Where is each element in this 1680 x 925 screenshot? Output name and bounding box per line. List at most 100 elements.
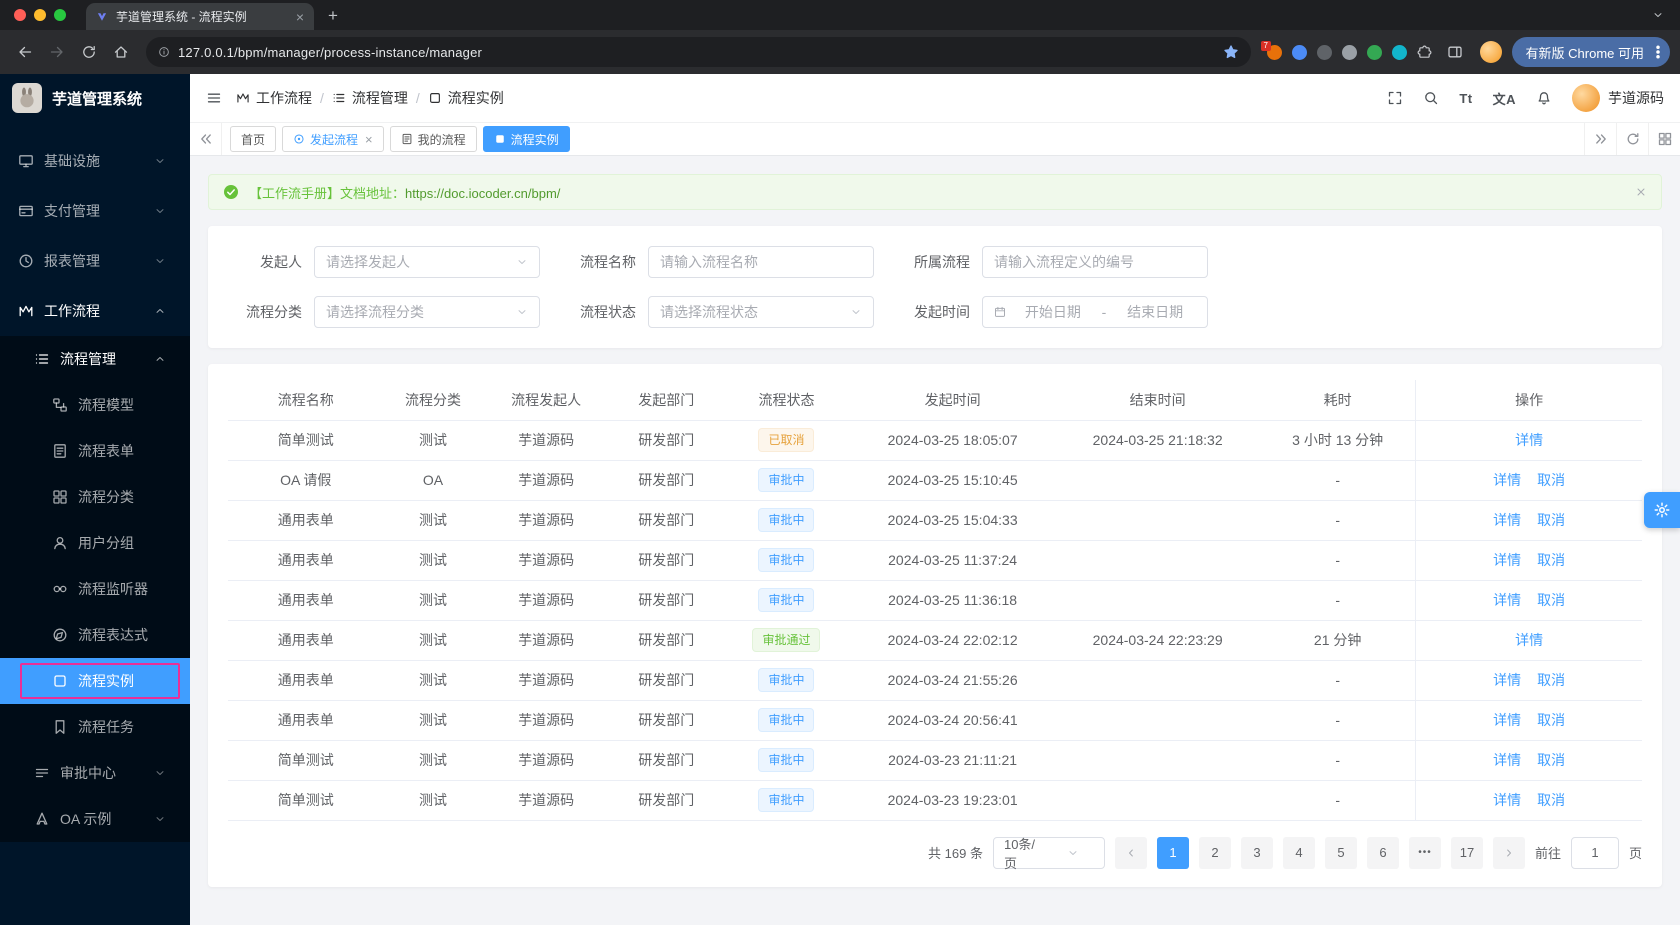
cancel-link[interactable]: 取消 bbox=[1537, 592, 1565, 608]
page-button-1[interactable]: 1 bbox=[1156, 836, 1189, 869]
cancel-link[interactable]: 取消 bbox=[1537, 512, 1565, 528]
sidebar-item-workflow[interactable]: 工作流程 bbox=[0, 286, 190, 336]
notice-link[interactable]: https://doc.iocoder.cn/bpm/ bbox=[405, 186, 560, 201]
sidebar-item-payment[interactable]: 支付管理 bbox=[0, 186, 190, 236]
cell-duration: - bbox=[1260, 740, 1416, 781]
app-logo[interactable]: 芋道管理系统 bbox=[0, 74, 190, 122]
scroll-tags-left-icon[interactable] bbox=[190, 123, 222, 155]
extension-leaf-icon[interactable] bbox=[1366, 44, 1382, 60]
sidebar-item-approval-center[interactable]: 审批中心 bbox=[0, 750, 190, 796]
close-tab-icon[interactable]: × bbox=[296, 9, 304, 25]
collapse-menu-icon[interactable] bbox=[206, 90, 222, 106]
detail-link[interactable]: 详情 bbox=[1493, 472, 1521, 488]
extension-grid-icon[interactable]: 7 bbox=[1260, 40, 1282, 60]
user-menu[interactable]: 芋道源码 bbox=[1572, 84, 1664, 112]
extension-circle-icon[interactable] bbox=[1341, 44, 1357, 60]
browser-tab[interactable]: 芋道管理系统 - 流程实例 × bbox=[86, 3, 314, 30]
tag-process-instance[interactable]: 流程实例 bbox=[482, 126, 570, 152]
address-bar[interactable]: 127.0.0.1/bpm/manager/process-instance/m… bbox=[146, 37, 1251, 67]
sidebar-item-process-listener[interactable]: 流程监听器 bbox=[0, 566, 190, 612]
cancel-link[interactable]: 取消 bbox=[1537, 672, 1565, 688]
detail-link[interactable]: 详情 bbox=[1515, 632, 1543, 648]
category-select[interactable]: 请选择流程分类 bbox=[314, 296, 540, 328]
site-info-icon[interactable] bbox=[158, 46, 170, 58]
next-page-button[interactable] bbox=[1492, 836, 1525, 869]
sidebar-item-process-task[interactable]: 流程任务 bbox=[0, 704, 190, 750]
theme-settings-button[interactable] bbox=[1644, 492, 1680, 528]
detail-link[interactable]: 详情 bbox=[1493, 592, 1521, 608]
more-pages-button[interactable]: ••• bbox=[1408, 836, 1441, 869]
detail-link[interactable]: 详情 bbox=[1493, 752, 1521, 768]
page-button-3[interactable]: 3 bbox=[1240, 836, 1273, 869]
cancel-link[interactable]: 取消 bbox=[1537, 552, 1565, 568]
detail-link[interactable]: 详情 bbox=[1493, 512, 1521, 528]
detail-link[interactable]: 详情 bbox=[1493, 792, 1521, 808]
sidebar-item-process-manage[interactable]: 流程管理 bbox=[0, 336, 190, 382]
page-button-2[interactable]: 2 bbox=[1198, 836, 1231, 869]
sidebar-item-process-category[interactable]: 流程分类 bbox=[0, 474, 190, 520]
browser-menu-icon[interactable] bbox=[1650, 44, 1666, 60]
starter-select[interactable]: 请选择发起人 bbox=[314, 246, 540, 278]
sidebar-item-report[interactable]: 报表管理 bbox=[0, 236, 190, 286]
breadcrumb-item-process-manage[interactable]: 流程管理 bbox=[332, 88, 408, 108]
page-button-17[interactable]: 17 bbox=[1450, 836, 1483, 869]
extension-shield-icon[interactable] bbox=[1391, 44, 1407, 60]
cancel-link[interactable]: 取消 bbox=[1537, 752, 1565, 768]
sidebar-item-process-form[interactable]: 流程表单 bbox=[0, 428, 190, 474]
cancel-link[interactable]: 取消 bbox=[1537, 472, 1565, 488]
side-panel-icon[interactable] bbox=[1440, 37, 1470, 67]
status-select[interactable]: 请选择流程状态 bbox=[648, 296, 874, 328]
tag-my-process[interactable]: 我的流程 bbox=[389, 126, 477, 152]
close-window-button[interactable] bbox=[14, 9, 26, 21]
new-tab-button[interactable]: + bbox=[328, 6, 338, 26]
page-button-6[interactable]: 6 bbox=[1366, 836, 1399, 869]
tab-search-icon[interactable] bbox=[1648, 5, 1668, 25]
detail-link[interactable]: 详情 bbox=[1493, 712, 1521, 728]
back-button[interactable] bbox=[10, 37, 40, 67]
minimize-window-button[interactable] bbox=[34, 9, 46, 21]
sidebar-item-process-instance[interactable]: 流程实例 bbox=[0, 658, 190, 704]
bookmark-star-icon[interactable] bbox=[1223, 44, 1239, 60]
refresh-page-icon[interactable] bbox=[1616, 123, 1648, 155]
fullscreen-icon[interactable] bbox=[1387, 90, 1403, 106]
language-icon[interactable]: 文A bbox=[1493, 89, 1516, 108]
forward-button[interactable] bbox=[42, 37, 72, 67]
process-name-input[interactable] bbox=[648, 246, 874, 278]
sidebar-item-oa-example[interactable]: OA 示例 bbox=[0, 796, 190, 842]
extension-globe-icon[interactable] bbox=[1316, 44, 1332, 60]
start-time-daterange[interactable]: 开始日期 - 结束日期 bbox=[982, 296, 1208, 328]
breadcrumb-item-process-instance[interactable]: 流程实例 bbox=[428, 88, 504, 108]
close-tag-icon[interactable]: × bbox=[365, 132, 373, 147]
prev-page-button[interactable] bbox=[1114, 836, 1147, 869]
tag-start-process[interactable]: 发起流程 × bbox=[282, 126, 384, 152]
extension-pin-icon[interactable] bbox=[1291, 44, 1307, 60]
cancel-link[interactable]: 取消 bbox=[1537, 712, 1565, 728]
home-button[interactable] bbox=[106, 37, 136, 67]
sidebar-item-process-model[interactable]: 流程模型 bbox=[0, 382, 190, 428]
sidebar-item-process-expression[interactable]: 流程表达式 bbox=[0, 612, 190, 658]
page-size-select[interactable]: 10条/页 bbox=[992, 836, 1105, 871]
chrome-update-chip[interactable]: 有新版 Chrome 可用 bbox=[1511, 37, 1670, 67]
zoom-window-button[interactable] bbox=[54, 9, 66, 21]
page-button-4[interactable]: 4 bbox=[1282, 836, 1315, 869]
close-notice-icon[interactable] bbox=[1635, 186, 1647, 198]
layout-grid-icon[interactable] bbox=[1648, 123, 1680, 155]
detail-link[interactable]: 详情 bbox=[1493, 672, 1521, 688]
cancel-link[interactable]: 取消 bbox=[1537, 792, 1565, 808]
page-button-5[interactable]: 5 bbox=[1324, 836, 1357, 869]
scroll-tags-right-icon[interactable] bbox=[1584, 123, 1616, 155]
detail-link[interactable]: 详情 bbox=[1493, 552, 1521, 568]
breadcrumb-item-workflow[interactable]: 工作流程 bbox=[236, 88, 312, 108]
goto-page-input[interactable] bbox=[1570, 836, 1619, 869]
reload-button[interactable] bbox=[74, 37, 104, 67]
font-size-icon[interactable]: Tt bbox=[1459, 91, 1472, 106]
notification-bell-icon[interactable] bbox=[1536, 90, 1552, 106]
sidebar-item-infrastructure[interactable]: 基础设施 bbox=[0, 136, 190, 186]
process-def-input[interactable] bbox=[982, 246, 1208, 278]
detail-link[interactable]: 详情 bbox=[1515, 432, 1543, 448]
tag-home[interactable]: 首页 bbox=[230, 126, 277, 152]
browser-profile-avatar[interactable] bbox=[1479, 41, 1502, 63]
extensions-puzzle-icon[interactable] bbox=[1417, 45, 1432, 60]
sidebar-item-user-group[interactable]: 用户分组 bbox=[0, 520, 190, 566]
search-icon[interactable] bbox=[1423, 90, 1439, 106]
